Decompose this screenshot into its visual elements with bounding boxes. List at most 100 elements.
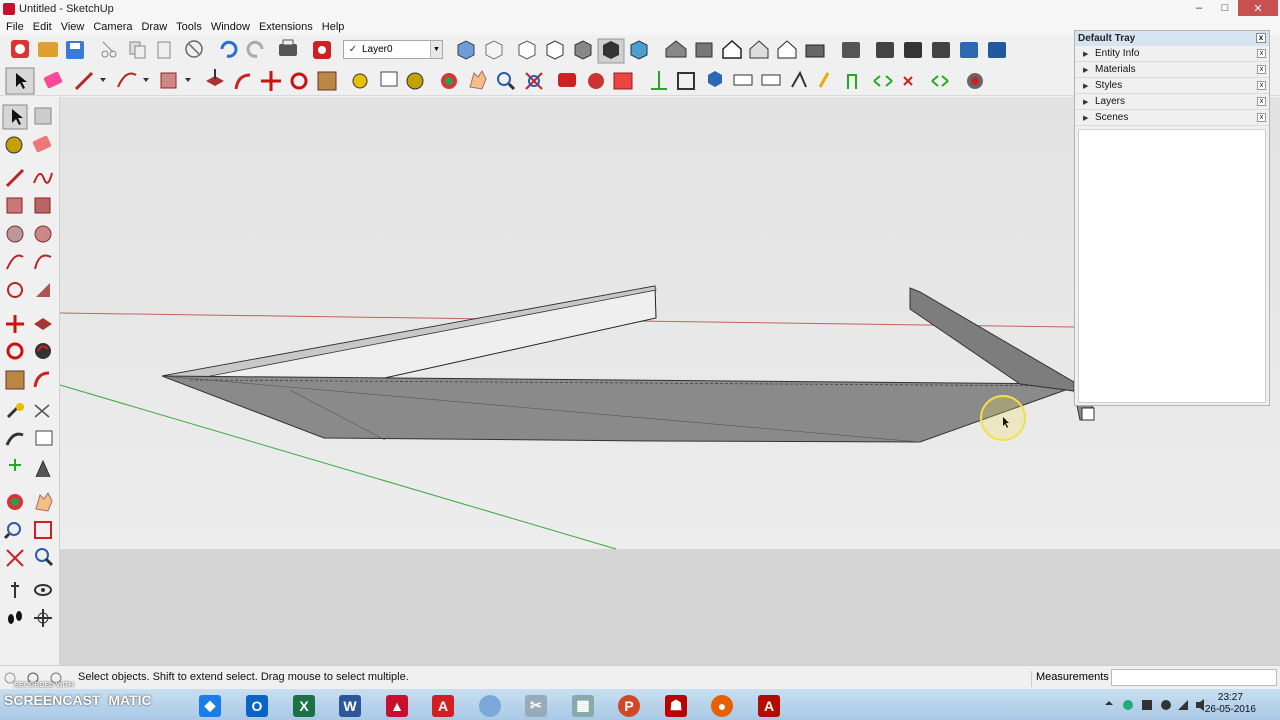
polygon-tool-icon[interactable] (34, 225, 52, 243)
tray-expand-icon[interactable] (1105, 701, 1113, 705)
zoom-extents-tool-icon[interactable] (6, 549, 24, 567)
measurements-input[interactable] (1111, 669, 1277, 686)
scale-tool-icon[interactable] (5, 370, 25, 390)
network-icon[interactable] (1142, 700, 1152, 710)
taskbar-firefox[interactable]: ● (702, 692, 742, 719)
iso-house-icon[interactable] (665, 40, 687, 58)
arc-dropdown-icon[interactable] (143, 78, 149, 82)
3d-text-tool-icon[interactable] (35, 459, 51, 478)
make-component-icon[interactable] (34, 107, 52, 125)
component-5-icon[interactable] (960, 42, 978, 58)
menu-view[interactable]: View (58, 21, 91, 33)
right-view-icon[interactable] (695, 42, 713, 58)
print-icon[interactable] (279, 39, 297, 56)
cut-icon[interactable] (101, 41, 117, 58)
new-file-icon[interactable] (11, 40, 29, 58)
3pt-arc-tool-icon[interactable] (7, 282, 23, 298)
rectangle-icon[interactable] (160, 72, 177, 89)
close-button[interactable]: ✕ (1238, 0, 1278, 16)
bottom-view-icon[interactable] (805, 44, 825, 58)
menu-draw[interactable]: Draw (138, 21, 173, 33)
taskbar-excel[interactable]: X (284, 692, 324, 719)
rotated-rect-tool-icon[interactable] (34, 197, 51, 214)
text-label-tool-icon[interactable] (35, 430, 53, 446)
sandbox-3-icon[interactable] (791, 70, 807, 88)
eraser-tool-icon[interactable] (32, 135, 52, 153)
back-view-icon[interactable] (749, 40, 769, 59)
eraser-icon[interactable] (43, 71, 63, 89)
component-icon[interactable] (842, 42, 860, 58)
component-2-icon[interactable] (876, 42, 894, 58)
follow-me-icon[interactable] (234, 73, 251, 90)
pie-tool-icon[interactable] (36, 283, 50, 297)
taskbar-game[interactable]: ☗ (656, 692, 696, 719)
component-6-icon[interactable] (988, 42, 1006, 58)
pan-tool-icon[interactable] (35, 492, 53, 512)
taskbar-sketchup[interactable]: ▲ (377, 692, 417, 719)
axes-tool-icon[interactable] (9, 459, 21, 471)
zoom-window-tool-icon[interactable] (34, 521, 52, 539)
rectangle-tool-icon[interactable] (6, 197, 23, 214)
menu-camera[interactable]: Camera (90, 21, 138, 33)
volume-icon[interactable] (1196, 699, 1204, 711)
tray-panel-layers[interactable]: ▶ Layers x (1075, 94, 1269, 110)
freehand-tool-icon[interactable] (33, 172, 53, 184)
components-icon[interactable] (588, 73, 604, 89)
chevron-down-icon[interactable]: ▼ (430, 41, 442, 58)
taskbar-acrobat[interactable]: A (749, 692, 789, 719)
follow-me-tool-icon[interactable] (35, 343, 51, 359)
paint-bucket-icon[interactable] (406, 72, 424, 90)
sync-icon[interactable] (1123, 700, 1133, 710)
sandbox-6-icon[interactable] (873, 75, 893, 87)
zoom-tool-icon[interactable] (3, 522, 21, 540)
taskbar-dropbox[interactable]: ◆ (190, 692, 230, 719)
copy-icon[interactable] (129, 41, 146, 59)
tray-panel-entity-info[interactable]: ▶ Entity Info x (1075, 46, 1269, 62)
orbit-tool-icon[interactable] (7, 494, 23, 510)
circle-tool-icon[interactable] (6, 225, 24, 243)
rect-dropdown-icon[interactable] (185, 78, 191, 82)
walk-tool-icon[interactable] (8, 611, 22, 624)
rotate-icon[interactable] (290, 72, 308, 90)
power-icon[interactable] (1161, 700, 1171, 710)
push-pull-tool-icon[interactable] (34, 318, 52, 330)
save-icon[interactable] (66, 41, 84, 59)
open-folder-icon[interactable] (38, 42, 58, 57)
section-plane-icon[interactable] (708, 71, 722, 87)
menu-extensions[interactable]: Extensions (256, 21, 319, 33)
taskbar-app-blue[interactable] (470, 692, 510, 719)
redo-icon[interactable] (246, 40, 264, 58)
paint-tool-icon[interactable] (5, 136, 23, 154)
undo-icon[interactable] (220, 40, 238, 58)
position-camera-tool-icon[interactable] (11, 582, 19, 598)
taskbar-calculator[interactable]: ▦ (563, 692, 603, 719)
hidden-line-icon[interactable] (574, 40, 592, 60)
model-info-icon[interactable] (313, 41, 331, 59)
back-edges-icon[interactable] (546, 40, 564, 60)
section-tool-icon[interactable] (34, 609, 52, 627)
line-dropdown-icon[interactable] (100, 78, 106, 82)
tape-tool-icon[interactable] (6, 403, 24, 419)
move-icon[interactable] (261, 71, 281, 91)
zoom-extents-icon[interactable] (525, 72, 543, 90)
zoom-icon[interactable] (497, 72, 516, 91)
clock[interactable]: 23:27 26-05-2016 (1205, 692, 1256, 716)
protractor-tool-icon[interactable] (5, 432, 24, 446)
move-tool-icon[interactable] (6, 315, 24, 333)
taskbar-ppt[interactable]: P (609, 692, 649, 719)
sandbox-1-icon[interactable] (733, 74, 753, 86)
component-4-icon[interactable] (932, 42, 950, 58)
rotate-tool-icon[interactable] (6, 342, 24, 360)
pencil-icon[interactable] (74, 71, 94, 91)
iso-view-icon[interactable] (457, 40, 475, 60)
panel-close-icon[interactable]: x (1257, 97, 1266, 106)
look-around-tool-icon[interactable] (34, 584, 52, 596)
taskbar-outlook[interactable]: O (237, 692, 277, 719)
shadow-settings-icon[interactable] (967, 73, 983, 89)
sandbox-7-icon[interactable] (903, 76, 913, 86)
menu-window[interactable]: Window (208, 21, 256, 33)
shaded-icon[interactable] (597, 38, 625, 64)
panel-close-icon[interactable]: x (1257, 49, 1266, 58)
menu-help[interactable]: Help (319, 21, 351, 33)
taskbar-word[interactable]: W (330, 692, 370, 719)
